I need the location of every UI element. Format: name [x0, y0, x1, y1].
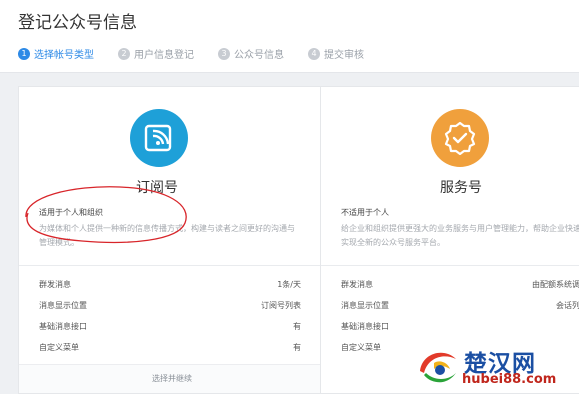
select-and-continue-button[interactable]: 选择并继续	[19, 364, 325, 393]
feature-row: 基础消息接口 有	[341, 321, 579, 333]
step-label: 公众号信息	[234, 50, 284, 61]
account-type-name: 服务号	[440, 180, 482, 196]
feature-row: 消息显示位置 会话列表	[341, 300, 579, 312]
site-watermark: 楚汉网 hubei88.com	[412, 342, 579, 392]
page-title: 登记公众号信息	[18, 13, 137, 33]
feature-row: 群发消息 1条/天	[39, 279, 301, 291]
account-type-description: 为媒体和个人提供一种新的信息传播方式，构建与读者之间更好的沟通与管理模式。	[39, 224, 295, 247]
divider	[19, 265, 325, 266]
step-indicator: 1 选择帐号类型 2 用户信息登记 3 公众号信息 4 提交审核	[18, 46, 388, 61]
feature-label: 消息显示位置	[39, 301, 87, 310]
verified-badge-icon	[444, 121, 476, 155]
subscription-account-card[interactable]: 订阅号 适用于个人和组织 为媒体和个人提供一种新的信息传播方式，构建与读者之间更…	[18, 86, 326, 394]
account-type-name: 订阅号	[136, 180, 178, 196]
feature-value: 有	[293, 322, 301, 331]
step-number: 2	[118, 47, 130, 60]
feature-row: 消息显示位置 订阅号列表	[39, 300, 301, 312]
rss-feed-icon	[144, 124, 172, 152]
suitability-text: 适用于个人和组织	[39, 208, 103, 217]
step-1: 1 选择帐号类型	[18, 46, 94, 61]
step-number: 1	[18, 47, 30, 60]
step-number: 4	[308, 47, 320, 60]
step-4: 4 提交审核	[308, 46, 364, 61]
feature-label: 群发消息	[341, 280, 373, 289]
feature-row: 基础消息接口 有	[39, 321, 301, 333]
verified-badge-icon	[431, 109, 489, 167]
feature-label: 自定义菜单	[341, 343, 381, 352]
feature-label: 群发消息	[39, 280, 71, 289]
watermark-url: hubei88.com	[462, 372, 557, 387]
feature-label: 消息显示位置	[341, 301, 389, 310]
feature-row: 群发消息 由配额系统调控	[341, 279, 579, 291]
feature-label: 自定义菜单	[39, 343, 79, 352]
step-2: 2 用户信息登记	[118, 46, 194, 61]
feature-label: 基础消息接口	[39, 322, 87, 331]
rss-feed-icon	[130, 109, 188, 167]
step-label: 用户信息登记	[134, 50, 194, 61]
page-header: 登记公众号信息 1 选择帐号类型 2 用户信息登记 3 公众号信息 4 提交审核	[0, 0, 579, 73]
watermark-logo-icon	[418, 347, 458, 387]
step-number: 3	[218, 47, 230, 60]
step-label: 提交审核	[324, 50, 364, 61]
feature-value: 订阅号列表	[261, 301, 301, 310]
suitability-text: 不适用于个人	[341, 208, 389, 217]
feature-value: 会话列表	[556, 301, 579, 310]
feature-row: 自定义菜单 有	[39, 342, 301, 354]
step-3: 3 公众号信息	[218, 46, 284, 61]
account-type-description: 给企业和组织提供更强大的业务服务与用户管理能力，帮助企业快速实现全新的公众号服务…	[341, 224, 579, 247]
step-label: 选择帐号类型	[34, 50, 94, 61]
feature-label: 基础消息接口	[341, 322, 389, 331]
feature-value: 有	[293, 343, 301, 352]
divider	[321, 265, 579, 266]
feature-value: 1条/天	[277, 280, 301, 289]
feature-value: 由配额系统调控	[532, 280, 579, 289]
